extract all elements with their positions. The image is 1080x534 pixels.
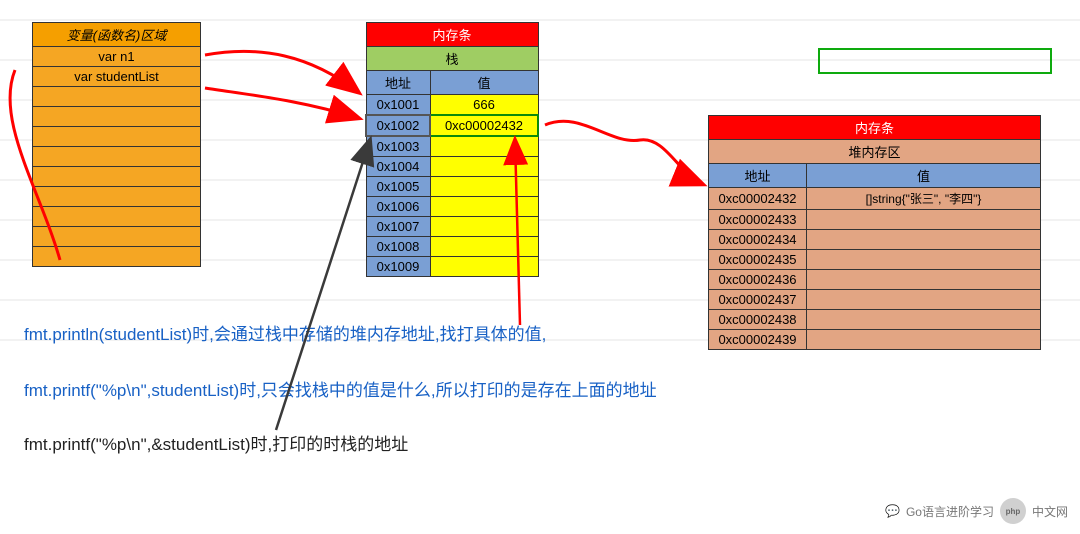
- footer: 💬 Go语言进阶学习 php 中文网: [885, 498, 1068, 524]
- var-row: [33, 127, 201, 147]
- heap-table: 内存条 堆内存区 地址 值 0xc00002432[]string{"张三", …: [708, 115, 1041, 350]
- heap-banner: 内存条: [709, 116, 1041, 140]
- heap-addr: 0xc00002438: [709, 310, 807, 330]
- green-selection-box: [818, 48, 1052, 74]
- var-row: [33, 187, 201, 207]
- var-row: [33, 207, 201, 227]
- heap-val: [807, 210, 1041, 230]
- var-row: [33, 147, 201, 167]
- var-row: [33, 87, 201, 107]
- heap-hdr-val: 值: [807, 164, 1041, 188]
- stack-addr: 0x1006: [366, 197, 430, 217]
- caption-line1: fmt.println(studentList)时,会通过栈中存储的堆内存地址,…: [24, 320, 546, 345]
- heap-hdr-addr: 地址: [709, 164, 807, 188]
- heap-addr: 0xc00002432: [709, 188, 807, 210]
- caption-line2: fmt.printf("%p\n",studentList)时,只会找栈中的值是…: [24, 376, 657, 401]
- stack-table: 内存条 栈 地址 值 0x1001666 0x10020xc00002432 0…: [365, 22, 539, 277]
- stack-val: [430, 136, 538, 157]
- footer-site: 中文网: [1032, 503, 1068, 520]
- heap-addr: 0xc00002434: [709, 230, 807, 250]
- var-row: var n1: [33, 47, 201, 67]
- heap-val: [807, 250, 1041, 270]
- stack-val-hl: 0xc00002432: [430, 115, 538, 136]
- stack-val: [430, 217, 538, 237]
- heap-val: [807, 290, 1041, 310]
- caption-line3: fmt.printf("%p\n",&studentList)时,打印的时栈的地…: [24, 430, 408, 455]
- var-row: [33, 247, 201, 267]
- stack-banner: 内存条: [366, 23, 538, 47]
- var-row: [33, 107, 201, 127]
- var-row: [33, 227, 201, 247]
- heap-section: 堆内存区: [709, 140, 1041, 164]
- stack-addr: 0x1004: [366, 157, 430, 177]
- stack-addr: 0x1001: [366, 95, 430, 116]
- stack-addr: 0x1009: [366, 257, 430, 277]
- stack-val: [430, 177, 538, 197]
- heap-val: [807, 230, 1041, 250]
- heap-addr: 0xc00002433: [709, 210, 807, 230]
- stack-addr: 0x1005: [366, 177, 430, 197]
- stack-hdr-addr: 地址: [366, 71, 430, 95]
- stack-val: [430, 257, 538, 277]
- heap-addr: 0xc00002439: [709, 330, 807, 350]
- var-row: [33, 167, 201, 187]
- heap-val: []string{"张三", "李四"}: [807, 188, 1041, 210]
- stack-val: 666: [430, 95, 538, 116]
- stack-addr: 0x1007: [366, 217, 430, 237]
- stack-addr: 0x1003: [366, 136, 430, 157]
- heap-val: [807, 330, 1041, 350]
- variables-table: 变量(函数名)区域 var n1 var studentList: [32, 22, 201, 267]
- stack-section: 栈: [366, 47, 538, 71]
- stack-addr-hl: 0x1002: [366, 115, 430, 136]
- php-icon: php: [1000, 498, 1026, 524]
- variables-table-header: 变量(函数名)区域: [33, 23, 201, 47]
- stack-addr: 0x1008: [366, 237, 430, 257]
- footer-brand: Go语言进阶学习: [906, 503, 994, 520]
- stack-val: [430, 157, 538, 177]
- var-row: var studentList: [33, 67, 201, 87]
- stack-hdr-val: 值: [430, 71, 538, 95]
- heap-addr: 0xc00002435: [709, 250, 807, 270]
- heap-addr: 0xc00002436: [709, 270, 807, 290]
- stack-val: [430, 237, 538, 257]
- heap-val: [807, 270, 1041, 290]
- wechat-icon: 💬: [885, 504, 900, 518]
- heap-val: [807, 310, 1041, 330]
- heap-addr: 0xc00002437: [709, 290, 807, 310]
- stack-val: [430, 197, 538, 217]
